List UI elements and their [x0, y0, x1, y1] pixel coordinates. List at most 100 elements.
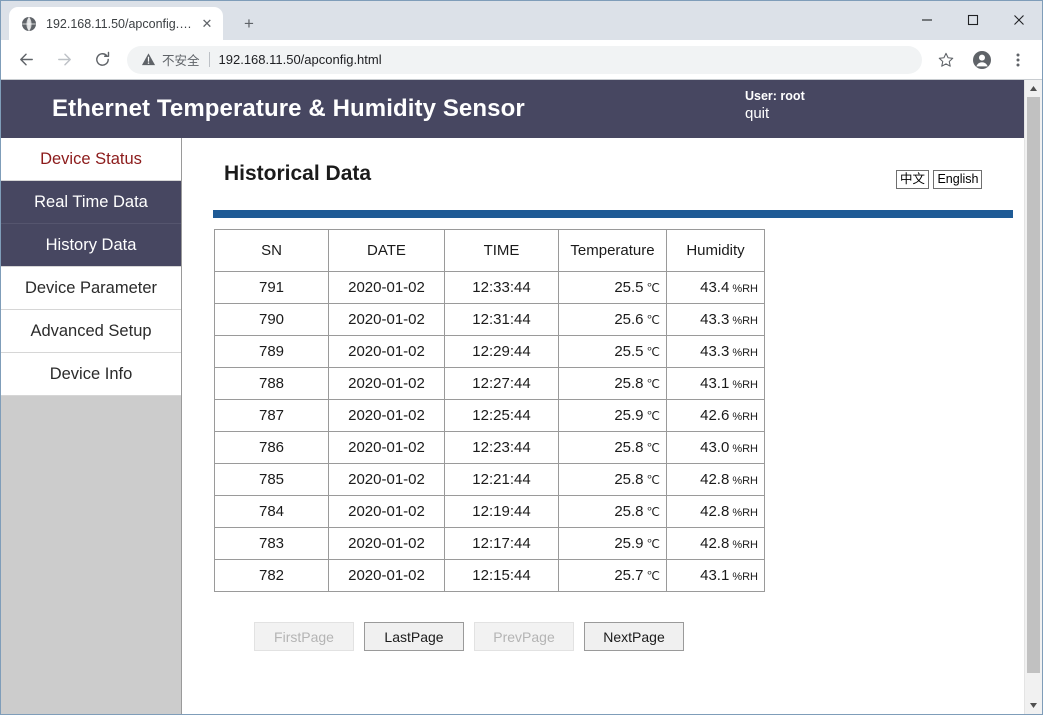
temp-value: 25.5: [614, 343, 644, 360]
scroll-down-arrow-icon[interactable]: [1025, 697, 1042, 714]
page-scrollbar[interactable]: [1024, 80, 1042, 714]
scrollbar-track[interactable]: [1025, 97, 1042, 697]
close-window-button[interactable]: [996, 1, 1042, 38]
cell-time: 12:17:44: [444, 527, 559, 560]
cell-sn: 787: [214, 399, 329, 432]
table-row: 789 2020-01-02 12:29:44 25.5 ℃ 43.3 %RH: [214, 335, 765, 368]
table-row: 786 2020-01-02 12:23:44 25.8 ℃ 43.0 %RH: [214, 431, 765, 464]
warning-triangle-icon: [141, 53, 156, 66]
cell-time: 12:31:44: [444, 303, 559, 336]
cell-date: 2020-01-02: [328, 271, 445, 304]
reload-button[interactable]: [87, 45, 117, 75]
temp-unit: ℃: [646, 313, 660, 327]
cell-temperature: 25.8 ℃: [558, 463, 667, 496]
hum-unit: %RH: [732, 507, 758, 519]
table-row: 783 2020-01-02 12:17:44 25.9 ℃ 42.8 %RH: [214, 527, 765, 560]
star-icon[interactable]: [931, 45, 961, 75]
maximize-button[interactable]: [950, 1, 996, 38]
temp-unit: ℃: [646, 377, 660, 391]
cell-temperature: 25.8 ℃: [558, 431, 667, 464]
user-info: User: root quit: [745, 89, 805, 123]
cell-date: 2020-01-02: [328, 399, 445, 432]
tab-close-icon[interactable]: ✕: [197, 14, 217, 34]
cell-sn: 790: [214, 303, 329, 336]
sidebar-item-real-time-data[interactable]: Real Time Data: [1, 181, 181, 224]
page-body: Device Status Real Time Data History Dat…: [1, 138, 1024, 714]
cell-temperature: 25.9 ℃: [558, 399, 667, 432]
cell-date: 2020-01-02: [328, 463, 445, 496]
scrollbar-thumb[interactable]: [1027, 97, 1040, 673]
hum-value: 43.3: [700, 343, 730, 360]
table-row: 791 2020-01-02 12:33:44 25.5 ℃ 43.4 %RH: [214, 271, 765, 304]
hum-unit: %RH: [732, 475, 758, 487]
cell-time: 12:15:44: [444, 559, 559, 592]
quit-link[interactable]: quit: [745, 105, 805, 124]
url-text: 192.168.11.50/apconfig.html: [218, 52, 382, 67]
not-secure-indicator[interactable]: 不安全: [141, 50, 200, 69]
cell-time: 12:33:44: [444, 271, 559, 304]
lang-english-button[interactable]: English: [933, 170, 983, 189]
prev-page-button[interactable]: PrevPage: [474, 622, 574, 651]
cell-humidity: 42.8 %RH: [666, 527, 765, 560]
three-dot-menu-icon[interactable]: [1003, 45, 1033, 75]
hum-value: 42.8: [700, 535, 730, 552]
lang-chinese-button[interactable]: 中文: [896, 170, 930, 189]
sidebar-item-history-data[interactable]: History Data: [1, 224, 181, 267]
minimize-button[interactable]: [904, 1, 950, 38]
table-body: 791 2020-01-02 12:33:44 25.5 ℃ 43.4 %RH 79…: [214, 271, 765, 592]
browser-tab[interactable]: 192.168.11.50/apconfig.html ✕: [9, 7, 223, 40]
hum-unit: %RH: [732, 283, 758, 295]
hum-value: 42.8: [700, 503, 730, 520]
cell-time: 12:23:44: [444, 431, 559, 464]
cell-time: 12:25:44: [444, 399, 559, 432]
temp-value: 25.8: [614, 503, 644, 520]
user-label: User: root: [745, 89, 805, 103]
cell-temperature: 25.8 ℃: [558, 367, 667, 400]
sidebar-item-device-parameter[interactable]: Device Parameter: [1, 267, 181, 310]
cell-humidity: 43.1 %RH: [666, 367, 765, 400]
cell-humidity: 43.0 %RH: [666, 431, 765, 464]
sidebar-nav: Device Status Real Time Data History Dat…: [1, 138, 182, 714]
browser-window: 192.168.11.50/apconfig.html ✕ + 不安全 192.…: [0, 0, 1043, 715]
table-row: 785 2020-01-02 12:21:44 25.8 ℃ 42.8 %RH: [214, 463, 765, 496]
cell-sn: 785: [214, 463, 329, 496]
cell-temperature: 25.5 ℃: [558, 335, 667, 368]
cell-humidity: 42.6 %RH: [666, 399, 765, 432]
sidebar-item-device-info[interactable]: Device Info: [1, 353, 181, 396]
cell-date: 2020-01-02: [328, 303, 445, 336]
account-avatar-icon[interactable]: [967, 45, 997, 75]
last-page-button[interactable]: LastPage: [364, 622, 464, 651]
cell-sn: 789: [214, 335, 329, 368]
site-header: Ethernet Temperature & Humidity Sensor U…: [1, 80, 1024, 189]
temp-unit: ℃: [646, 473, 660, 487]
web-page: Ethernet Temperature & Humidity Sensor U…: [1, 80, 1024, 714]
cell-temperature: 25.9 ℃: [558, 527, 667, 560]
new-tab-button[interactable]: +: [235, 9, 263, 37]
first-page-button[interactable]: FirstPage: [254, 622, 354, 651]
hum-value: 43.3: [700, 311, 730, 328]
cell-date: 2020-01-02: [328, 431, 445, 464]
pagination-controls: FirstPage LastPage PrevPage NextPage: [254, 622, 1024, 651]
column-header-sn: SN: [214, 229, 329, 272]
scroll-up-arrow-icon[interactable]: [1025, 80, 1042, 97]
temp-value: 25.9: [614, 407, 644, 424]
sidebar-item-advanced-setup[interactable]: Advanced Setup: [1, 310, 181, 353]
cell-humidity: 43.1 %RH: [666, 559, 765, 592]
hum-unit: %RH: [732, 315, 758, 327]
cell-humidity: 43.3 %RH: [666, 303, 765, 336]
cell-date: 2020-01-02: [328, 367, 445, 400]
cell-sn: 786: [214, 431, 329, 464]
temp-value: 25.8: [614, 375, 644, 392]
sidebar-item-device-status[interactable]: Device Status: [1, 138, 181, 181]
next-page-button[interactable]: NextPage: [584, 622, 684, 651]
forward-button[interactable]: [49, 45, 79, 75]
address-bar[interactable]: 不安全 192.168.11.50/apconfig.html: [127, 45, 922, 74]
hum-unit: %RH: [732, 443, 758, 455]
table-row: 788 2020-01-02 12:27:44 25.8 ℃ 43.1 %RH: [214, 367, 765, 400]
hum-unit: %RH: [732, 539, 758, 551]
cell-temperature: 25.5 ℃: [558, 271, 667, 304]
globe-icon: [22, 16, 36, 31]
back-button[interactable]: [11, 45, 41, 75]
hum-unit: %RH: [732, 411, 758, 423]
hum-unit: %RH: [732, 379, 758, 391]
